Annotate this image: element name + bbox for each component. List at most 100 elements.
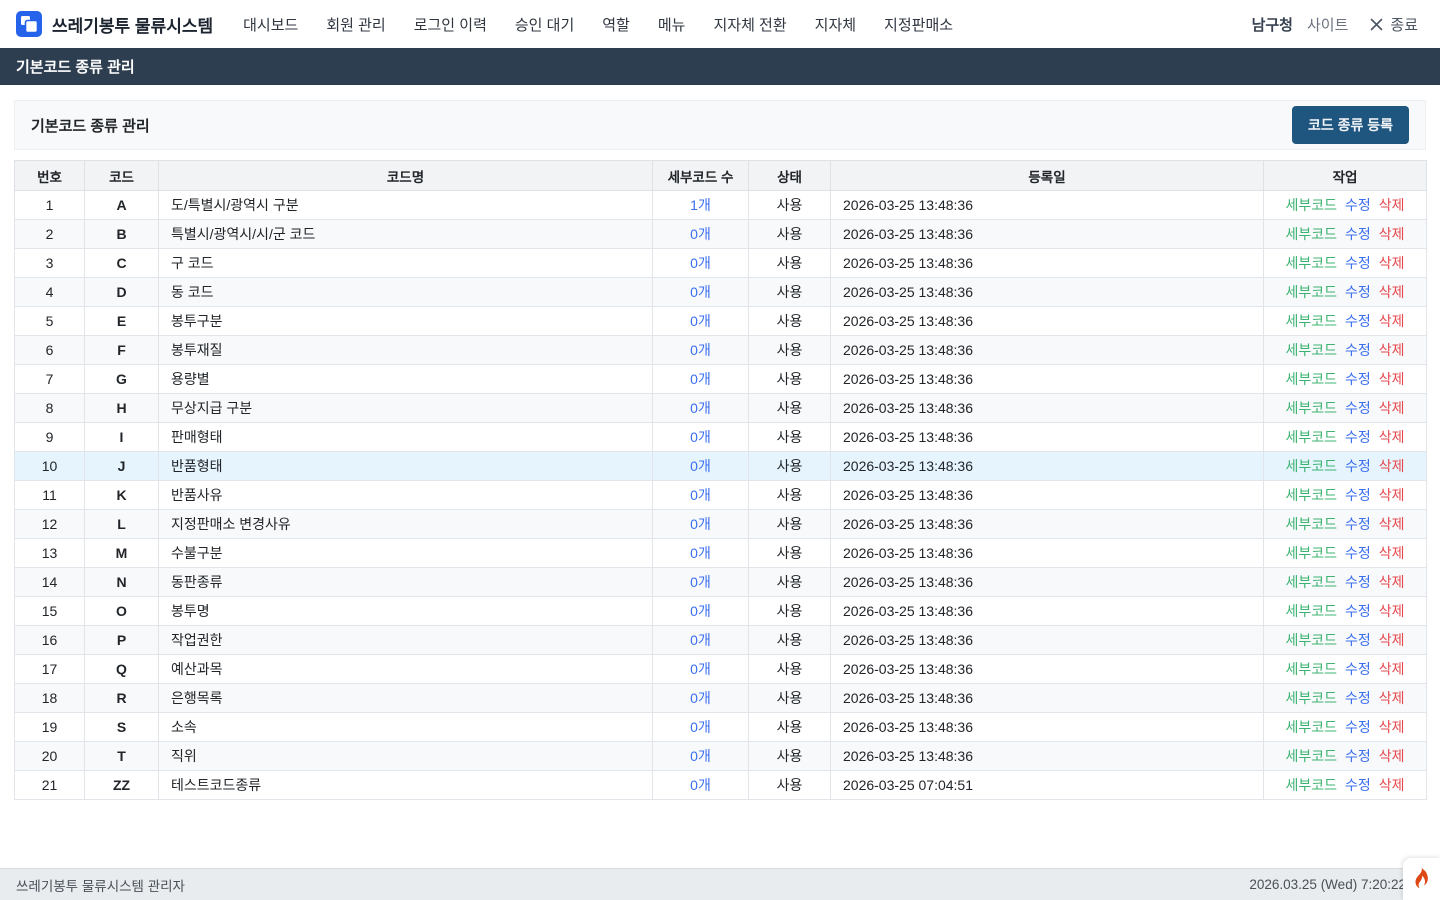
detail-count-link[interactable]: 0개 xyxy=(690,777,711,793)
detail-code-link[interactable]: 세부코드 xyxy=(1285,632,1337,648)
delete-link[interactable]: 삭제 xyxy=(1379,226,1405,242)
detail-code-link[interactable]: 세부코드 xyxy=(1285,661,1337,677)
delete-link[interactable]: 삭제 xyxy=(1379,516,1405,532)
edit-link[interactable]: 수정 xyxy=(1345,516,1371,532)
edit-link[interactable]: 수정 xyxy=(1345,429,1371,445)
detail-count-link[interactable]: 0개 xyxy=(690,632,711,648)
detail-code-link[interactable]: 세부코드 xyxy=(1285,226,1337,242)
edit-link[interactable]: 수정 xyxy=(1345,661,1371,677)
delete-link[interactable]: 삭제 xyxy=(1379,487,1405,503)
detail-count-link[interactable]: 0개 xyxy=(690,313,711,329)
delete-link[interactable]: 삭제 xyxy=(1379,574,1405,590)
detail-code-link[interactable]: 세부코드 xyxy=(1285,748,1337,764)
delete-link[interactable]: 삭제 xyxy=(1379,429,1405,445)
detail-code-link[interactable]: 세부코드 xyxy=(1285,342,1337,358)
site-link[interactable]: 사이트 xyxy=(1307,14,1348,35)
nav-item[interactable]: 지정판매소 xyxy=(884,14,953,35)
exit-button[interactable]: 종료 xyxy=(1370,14,1418,35)
detail-code-link[interactable]: 세부코드 xyxy=(1285,458,1337,474)
detail-code-link[interactable]: 세부코드 xyxy=(1285,516,1337,532)
detail-count-link[interactable]: 0개 xyxy=(690,719,711,735)
detail-code-link[interactable]: 세부코드 xyxy=(1285,690,1337,706)
detail-count-link[interactable]: 0개 xyxy=(690,516,711,532)
detail-count-link[interactable]: 0개 xyxy=(690,226,711,242)
edit-link[interactable]: 수정 xyxy=(1345,197,1371,213)
detail-code-link[interactable]: 세부코드 xyxy=(1285,777,1337,793)
edit-link[interactable]: 수정 xyxy=(1345,400,1371,416)
edit-link[interactable]: 수정 xyxy=(1345,313,1371,329)
detail-code-link[interactable]: 세부코드 xyxy=(1285,574,1337,590)
detail-count-link[interactable]: 0개 xyxy=(690,371,711,387)
delete-link[interactable]: 삭제 xyxy=(1379,719,1405,735)
detail-count-link[interactable]: 0개 xyxy=(690,603,711,619)
nav-item[interactable]: 대시보드 xyxy=(243,14,298,35)
edit-link[interactable]: 수정 xyxy=(1345,458,1371,474)
detail-count-link[interactable]: 0개 xyxy=(690,429,711,445)
edit-link[interactable]: 수정 xyxy=(1345,777,1371,793)
delete-link[interactable]: 삭제 xyxy=(1379,632,1405,648)
edit-link[interactable]: 수정 xyxy=(1345,632,1371,648)
table-row: 11K반품사유0개사용2026-03-25 13:48:36세부코드수정삭제 xyxy=(15,481,1427,510)
delete-link[interactable]: 삭제 xyxy=(1379,197,1405,213)
detail-code-link[interactable]: 세부코드 xyxy=(1285,400,1337,416)
nav-item[interactable]: 지자체 전환 xyxy=(713,14,786,35)
detail-code-link[interactable]: 세부코드 xyxy=(1285,487,1337,503)
detail-code-link[interactable]: 세부코드 xyxy=(1285,313,1337,329)
detail-count-link[interactable]: 0개 xyxy=(690,545,711,561)
edit-link[interactable]: 수정 xyxy=(1345,284,1371,300)
nav-item[interactable]: 승인 대기 xyxy=(515,14,574,35)
delete-link[interactable]: 삭제 xyxy=(1379,255,1405,271)
edit-link[interactable]: 수정 xyxy=(1345,748,1371,764)
delete-link[interactable]: 삭제 xyxy=(1379,458,1405,474)
framework-badge[interactable] xyxy=(1403,858,1440,900)
detail-code-link[interactable]: 세부코드 xyxy=(1285,429,1337,445)
edit-link[interactable]: 수정 xyxy=(1345,342,1371,358)
nav-item[interactable]: 메뉴 xyxy=(658,14,686,35)
detail-count-link[interactable]: 0개 xyxy=(690,342,711,358)
delete-link[interactable]: 삭제 xyxy=(1379,748,1405,764)
delete-link[interactable]: 삭제 xyxy=(1379,371,1405,387)
cell-actions: 세부코드 수정 삭제 xyxy=(1264,278,1427,307)
edit-link[interactable]: 수정 xyxy=(1345,574,1371,590)
nav-item[interactable]: 지자체 xyxy=(815,14,856,35)
detail-code-link[interactable]: 세부코드 xyxy=(1285,603,1337,619)
detail-count-link[interactable]: 0개 xyxy=(690,690,711,706)
edit-link[interactable]: 수정 xyxy=(1345,545,1371,561)
edit-link[interactable]: 수정 xyxy=(1345,226,1371,242)
detail-count-link[interactable]: 0개 xyxy=(690,284,711,300)
detail-code-link[interactable]: 세부코드 xyxy=(1285,545,1337,561)
detail-code-link[interactable]: 세부코드 xyxy=(1285,255,1337,271)
delete-link[interactable]: 삭제 xyxy=(1379,690,1405,706)
delete-link[interactable]: 삭제 xyxy=(1379,313,1405,329)
edit-link[interactable]: 수정 xyxy=(1345,690,1371,706)
detail-code-link[interactable]: 세부코드 xyxy=(1285,197,1337,213)
detail-count-link[interactable]: 0개 xyxy=(690,400,711,416)
detail-count-link[interactable]: 1개 xyxy=(690,197,711,213)
register-code-type-button[interactable]: 코드 종류 등록 xyxy=(1292,106,1409,144)
brand[interactable]: 쓰레기봉투 물류시스템 xyxy=(16,11,213,37)
delete-link[interactable]: 삭제 xyxy=(1379,284,1405,300)
detail-count-link[interactable]: 0개 xyxy=(690,255,711,271)
detail-count-link[interactable]: 0개 xyxy=(690,574,711,590)
detail-code-link[interactable]: 세부코드 xyxy=(1285,284,1337,300)
nav-item[interactable]: 역할 xyxy=(602,14,630,35)
detail-count-link[interactable]: 0개 xyxy=(690,661,711,677)
delete-link[interactable]: 삭제 xyxy=(1379,545,1405,561)
detail-count-link[interactable]: 0개 xyxy=(690,487,711,503)
delete-link[interactable]: 삭제 xyxy=(1379,603,1405,619)
delete-link[interactable]: 삭제 xyxy=(1379,777,1405,793)
detail-code-link[interactable]: 세부코드 xyxy=(1285,371,1337,387)
delete-link[interactable]: 삭제 xyxy=(1379,342,1405,358)
edit-link[interactable]: 수정 xyxy=(1345,255,1371,271)
edit-link[interactable]: 수정 xyxy=(1345,603,1371,619)
edit-link[interactable]: 수정 xyxy=(1345,371,1371,387)
delete-link[interactable]: 삭제 xyxy=(1379,400,1405,416)
detail-count-link[interactable]: 0개 xyxy=(690,458,711,474)
delete-link[interactable]: 삭제 xyxy=(1379,661,1405,677)
detail-count-link[interactable]: 0개 xyxy=(690,748,711,764)
nav-item[interactable]: 회원 관리 xyxy=(326,14,385,35)
edit-link[interactable]: 수정 xyxy=(1345,719,1371,735)
edit-link[interactable]: 수정 xyxy=(1345,487,1371,503)
detail-code-link[interactable]: 세부코드 xyxy=(1285,719,1337,735)
nav-item[interactable]: 로그인 이력 xyxy=(414,14,487,35)
